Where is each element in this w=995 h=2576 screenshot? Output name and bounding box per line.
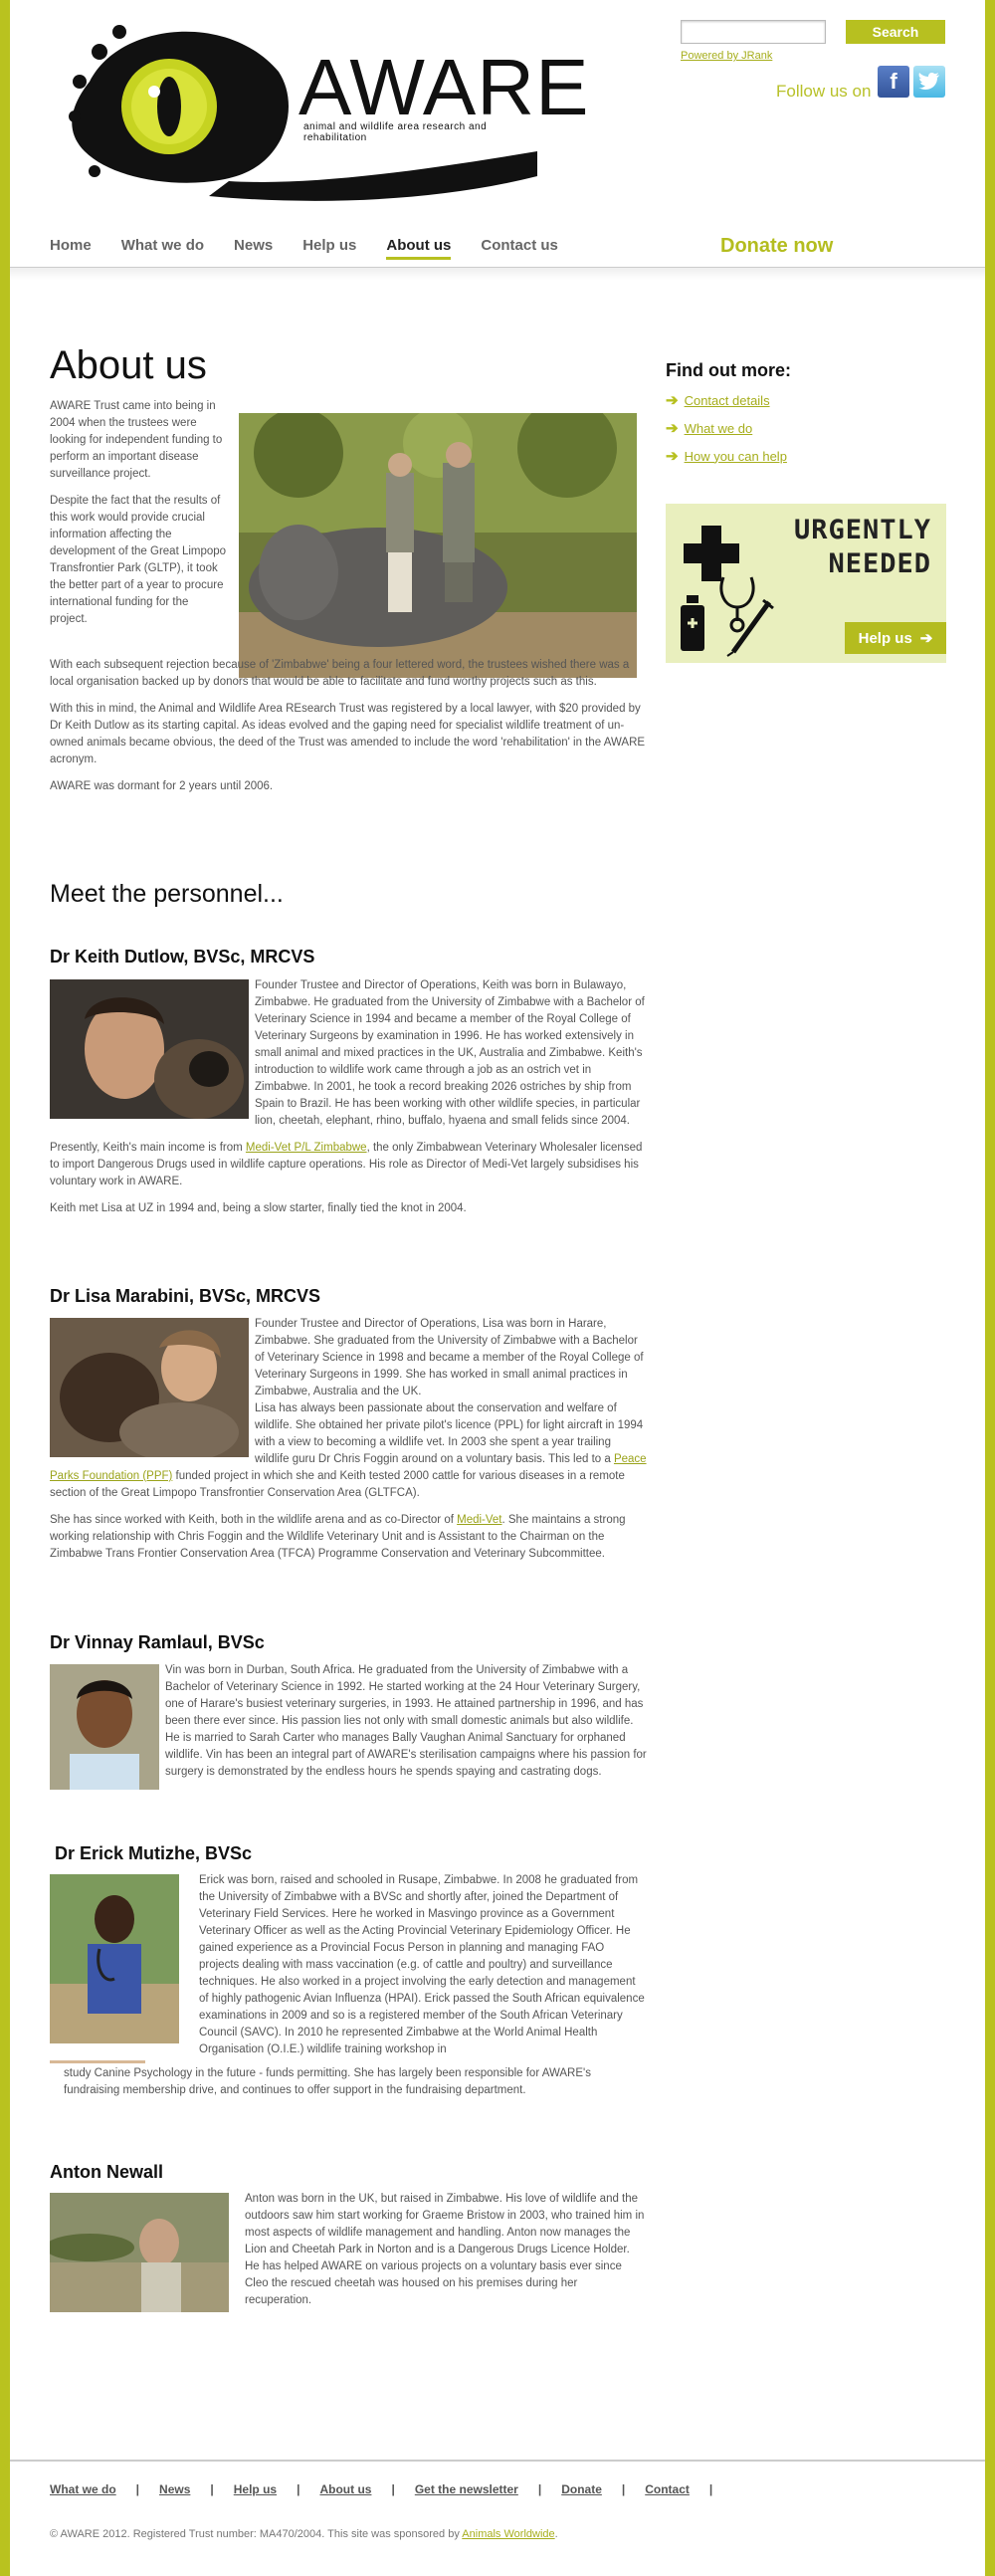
about-paragraph-1: AWARE Trust came into being in 2004 when… [50,400,223,480]
donate-now-link[interactable]: Donate now [720,235,833,258]
cut-off-photo-strip [50,2060,145,2063]
anton-photo-spacer [50,2191,245,2310]
about-paragraph-3: With each subsequent rejection because o… [50,659,630,688]
follow-us-label: Follow us on [776,82,872,101]
lisa-p1b-text-before: Lisa has always been passionate about th… [255,1402,644,1465]
brand-tagline: animal and wildlife area research and re… [303,121,488,143]
lisa-paragraph-2: She has since worked with Keith, both in… [50,1512,647,1563]
personnel-title: Meet the personnel... [50,880,284,908]
arrow-right-icon: ➔ [666,420,679,437]
what-we-do-link[interactable]: What we do [685,421,753,436]
brand-name: AWARE [298,43,590,131]
help-us-button[interactable]: Help us ➔ [845,622,946,654]
anton-name: Anton Newall [50,2162,164,2182]
urgently-needed-banner[interactable]: URGENTLY NEEDED Help us ➔ [666,504,946,663]
footer-nav: What we do | News | Help us | About us |… [50,2482,732,2496]
anton-bio: Anton was born in the UK, but raised in … [50,2191,647,2319]
footer-separator: | [391,2482,395,2496]
footer-link-what-we-do[interactable]: What we do [50,2482,116,2496]
sidebar-link-help[interactable]: ➔ How you can help [666,447,787,465]
arrow-right-icon: ➔ [919,630,933,647]
nav-contact-us[interactable]: Contact us [481,237,558,260]
erick-bio: Erick was born, raised and schooled in R… [50,1872,647,2109]
search-input[interactable] [681,20,826,44]
help-us-label: Help us [858,629,912,647]
contact-details-link[interactable]: Contact details [685,393,770,408]
copyright-after: . [554,2528,558,2540]
about-paragraph-2: Despite the fact that the results of thi… [50,495,227,625]
syringe-icon [726,598,774,657]
urgently-needed-text: URGENTLY NEEDED [757,514,931,581]
lisa-name: Dr Lisa Marabini, BVSc, MRCVS [50,1286,321,1306]
main-nav: Home What we do News Help us About us Co… [50,237,588,260]
facebook-icon[interactable]: f [878,66,909,98]
keith-name: Dr Keith Dutlow, BVSc, MRCVS [50,947,315,966]
about-paragraph-4: With this in mind, the Animal and Wildli… [50,703,646,765]
footer-separator: | [297,2482,300,2496]
erick-paragraph-tail: study Canine Psychology in the future - … [64,2067,591,2096]
erick-photo-spacer [50,1872,199,2043]
nav-what-we-do[interactable]: What we do [121,237,204,260]
footer-link-donate[interactable]: Donate [561,2482,602,2496]
bird-icon [918,73,939,90]
keith-paragraph-2: Presently, Keith's main income is from M… [50,1140,647,1190]
lisa-bio: Founder Trustee and Director of Operatio… [50,1316,647,1573]
find-out-more-title: Find out more: [666,360,791,380]
copyright-before: © AWARE 2012. Registered Trust number: M… [50,2528,463,2540]
nav-help-us[interactable]: Help us [302,237,356,260]
how-you-can-help-link[interactable]: How you can help [685,449,787,464]
footer-link-news[interactable]: News [159,2482,190,2496]
footer-link-help-us[interactable]: Help us [234,2482,277,2496]
arrow-right-icon: ➔ [666,392,679,409]
footer-divider [10,2460,985,2462]
medivet-link-2[interactable]: Medi-Vet [457,1514,501,1526]
sidebar-link-contact[interactable]: ➔ Contact details [666,391,770,409]
elephant-team-photo [239,413,637,678]
about-paragraph-5: AWARE was dormant for 2 years until 2006… [50,780,274,792]
keith-bio-text: Founder Trustee and Director of Operatio… [50,977,647,1227]
page-title: About us [50,343,207,387]
needed-label: NEEDED [828,548,931,579]
lisa-photo-spacer [50,1316,255,1455]
urgently-label: URGENTLY [793,515,931,545]
footer-link-about-us[interactable]: About us [319,2482,371,2496]
lisa-p2-text-before: She has since worked with Keith, both in… [50,1514,458,1526]
footer-separator: | [210,2482,214,2496]
header-shadow [10,268,985,280]
erick-name: Dr Erick Mutizhe, BVSc [55,1843,253,1863]
keith-paragraph-3: Keith met Lisa at UZ in 1994 and, being … [50,1202,467,1214]
nav-home[interactable]: Home [50,237,92,260]
medicine-bottle-icon [681,595,704,651]
footer-separator: | [537,2482,542,2496]
arrow-right-icon: ➔ [666,448,679,465]
medivet-link[interactable]: Medi-Vet P/L Zimbabwe [246,1142,367,1154]
vinnay-photo-spacer [50,1662,165,1788]
footer-link-contact[interactable]: Contact [645,2482,690,2496]
sidebar-link-what-we-do[interactable]: ➔ What we do [666,419,752,437]
footer-separator: | [621,2482,626,2496]
search-button[interactable]: Search [846,20,945,44]
vinnay-name: Dr Vinnay Ramlaul, BVSc [50,1632,265,1652]
about-body: With each subsequent rejection because o… [50,657,647,805]
aware-logo[interactable]: AWARE animal and wildlife area research … [60,12,588,206]
keith-photo-spacer [50,977,255,1117]
powered-by-link[interactable]: Powered by JRank [681,50,772,62]
footer-separator: | [135,2482,140,2496]
vinnay-bio: Vin was born in Durban, South Africa. He… [50,1662,647,1791]
twitter-icon[interactable] [913,66,945,98]
nav-news[interactable]: News [234,237,273,260]
footer-link-newsletter[interactable]: Get the newsletter [415,2482,518,2496]
keith-p2-text-before: Presently, Keith's main income is from [50,1142,246,1154]
animals-worldwide-link[interactable]: Animals Worldwide [462,2528,554,2540]
nav-about-us[interactable]: About us [386,237,452,260]
about-intro: AWARE Trust came into being in 2004 when… [50,398,229,638]
copyright-text: © AWARE 2012. Registered Trust number: M… [50,2528,558,2540]
footer-separator: | [708,2482,713,2496]
page: AWARE animal and wildlife area research … [10,0,985,2576]
